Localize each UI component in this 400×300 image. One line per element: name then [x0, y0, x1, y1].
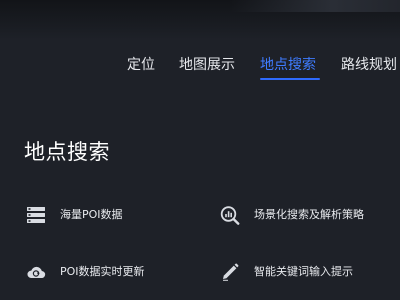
feature-label: 智能关键词输入提示	[254, 265, 353, 278]
feature-label: 场景化搜索及解析策略	[254, 208, 364, 221]
active-tab-indicator	[260, 78, 320, 80]
pencil-icon	[220, 262, 240, 282]
tab-map-display[interactable]: 地图展示	[179, 56, 235, 74]
tab-place-search[interactable]: 地点搜索	[260, 56, 316, 74]
feature-scenario-search: 场景化搜索及解析策略	[220, 205, 395, 225]
banner-shadow	[230, 0, 400, 12]
feature-label: POI数据实时更新	[60, 265, 145, 278]
product-nav: 定位 地图展示 地点搜索 路线规划	[0, 52, 400, 82]
feature-poi-data: 海量POI数据	[26, 205, 176, 225]
feature-keyword-suggest: 智能关键词输入提示	[220, 262, 395, 282]
section-title: 地点搜索	[24, 140, 110, 164]
tab-route-planning[interactable]: 路线规划	[341, 56, 397, 74]
tab-location[interactable]: 定位	[127, 56, 155, 74]
feature-label: 海量POI数据	[60, 208, 123, 221]
database-list-icon	[26, 205, 46, 225]
analytics-search-icon	[220, 205, 240, 225]
top-banner-strip	[0, 0, 400, 40]
cloud-sync-icon	[26, 262, 46, 282]
feature-poi-realtime-update: POI数据实时更新	[26, 262, 176, 282]
